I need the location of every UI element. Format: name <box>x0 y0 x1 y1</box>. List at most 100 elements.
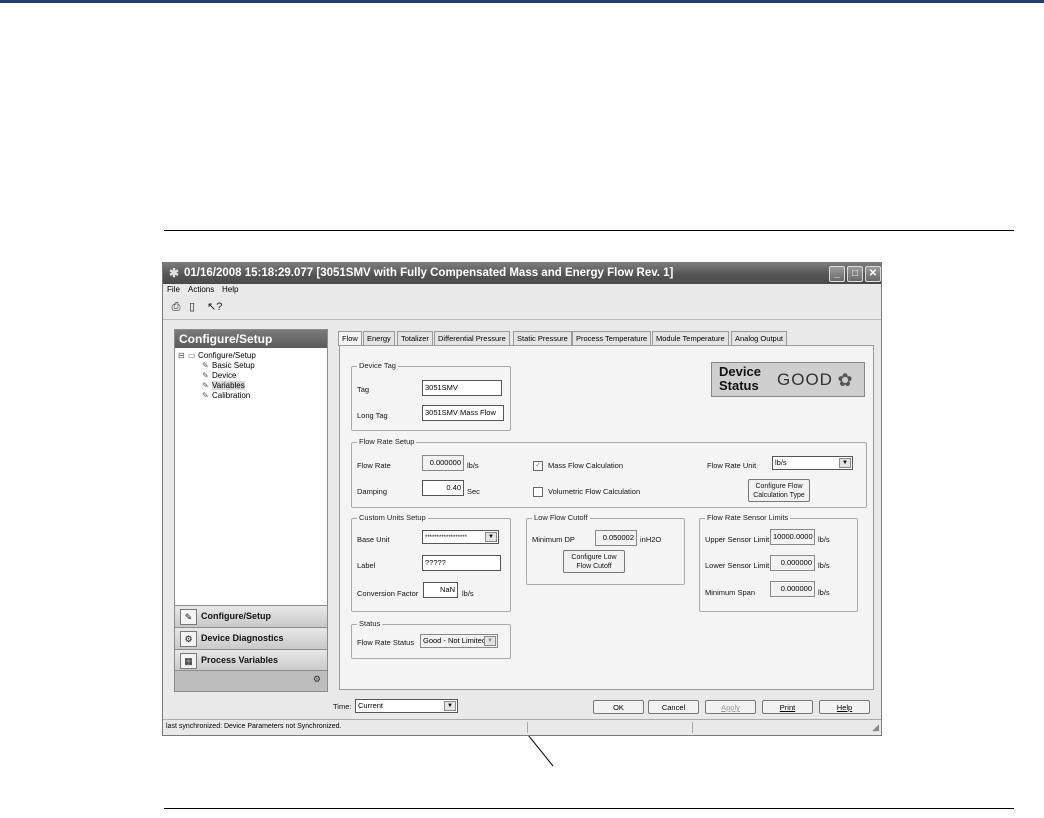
close-button[interactable]: ✕ <box>865 266 881 282</box>
flow-rate-unit-select[interactable]: lb/s ▼ <box>772 456 853 470</box>
tab-module-temperature[interactable]: Module Temperature <box>652 331 729 345</box>
minimize-button[interactable]: _ <box>829 266 845 282</box>
diagnostics-icon: ⚙ <box>180 631 197 647</box>
flow-rate-setup-group-title: Flow Rate Setup <box>357 437 417 447</box>
tree-item-calibration[interactable]: ✎ Calibration <box>202 391 250 401</box>
minimum-dp-label: Minimum DP <box>532 535 575 544</box>
tag-label: Tag <box>357 385 370 394</box>
menu-file[interactable]: File <box>167 284 180 296</box>
conversion-factor-label: Conversion Factor <box>357 589 419 598</box>
print-preview-icon[interactable]: ▯ <box>185 300 199 314</box>
nav-device-diagnostics[interactable]: ⚙ Device Diagnostics <box>174 627 328 650</box>
tab-energy[interactable]: Energy <box>363 331 395 345</box>
lower-sensor-limit-unit: lb/s <box>818 561 830 570</box>
base-unit-label: Base Unit <box>357 535 390 544</box>
mass-flow-checkbox[interactable]: ✓ <box>533 461 543 471</box>
status-group: Status Flow Rate Status Good - Not Limit… <box>351 619 511 659</box>
flow-rate-label: Flow Rate <box>357 461 391 470</box>
volumetric-flow-label: Volumetric Flow Calculation <box>548 487 641 496</box>
tree-root[interactable]: ⊟ ▭ Configure/Setup <box>178 351 256 361</box>
long-tag-field[interactable]: 3051SMV Mass Flow <box>422 405 504 421</box>
tab-totalizer[interactable]: Totalizer <box>397 331 433 345</box>
long-tag-label: Long Tag <box>357 411 388 420</box>
print-button[interactable]: Print <box>762 700 813 714</box>
toolbar: ⎙ ▯ ↖? <box>163 297 881 320</box>
device-status-value: GOOD <box>777 370 833 389</box>
time-select[interactable]: Current ▼ <box>355 699 458 713</box>
conversion-factor-unit: lb/s <box>462 589 474 598</box>
apply-button[interactable]: Apply <box>705 700 756 714</box>
application-window: ✱ 01/16/2008 15:18:29.077 [3051SMV with … <box>162 262 882 736</box>
mass-flow-label: Mass Flow Calculation <box>548 461 624 470</box>
nav-configure-setup[interactable]: ✎ Configure/Setup <box>174 605 328 628</box>
flow-rate-unit-label: Flow Rate Unit <box>707 461 757 470</box>
ok-button[interactable]: OK <box>593 700 644 714</box>
low-flow-cutoff-group-title: Low Flow Cutoff <box>532 513 590 523</box>
configure-flow-calculation-type-button[interactable]: Configure Flow Calculation Type <box>748 479 810 502</box>
time-label: Time: <box>333 702 352 711</box>
wrench-icon: ✎ <box>202 391 209 400</box>
custom-label-label: Label <box>357 561 376 570</box>
title-bar[interactable]: ✱ 01/16/2008 15:18:29.077 [3051SMV with … <box>163 263 881 284</box>
custom-label-field[interactable]: ????? <box>422 555 501 571</box>
tree-item-variables[interactable]: ✎ Variables <box>202 381 245 391</box>
upper-sensor-limit-unit: lb/s <box>818 535 830 544</box>
chevron-down-icon[interactable]: ▼ <box>485 532 497 542</box>
tree-item-basic-setup[interactable]: ✎ Basic Setup <box>202 361 255 371</box>
flow-rate-setup-group: Flow Rate Setup Flow Rate 0.000000 lb/s … <box>351 437 867 508</box>
device-status-badge[interactable]: Device Status GOOD ✿ <box>711 362 865 397</box>
device-status-label: Device Status <box>719 364 761 393</box>
resize-grip-icon[interactable]: ◢ <box>872 720 879 734</box>
upper-sensor-limit-field: 10000.0000 <box>770 529 815 545</box>
nav-process-variables[interactable]: ▦ Process Variables <box>174 649 328 672</box>
damping-field[interactable]: 0.40 <box>422 480 464 496</box>
tab-flow[interactable]: Flow <box>338 331 362 346</box>
chevron-down-icon[interactable]: ▼ <box>444 701 456 711</box>
maximize-button[interactable]: □ <box>847 266 863 282</box>
minimum-span-unit: lb/s <box>818 588 830 597</box>
help-pointer-icon[interactable]: ↖? <box>207 300 222 314</box>
status-bar-text: last synchronized: Device Parameters not… <box>166 723 342 730</box>
upper-sensor-limit-label: Upper Sensor Limit <box>705 535 770 544</box>
minimum-dp-unit: inH2O <box>640 535 662 544</box>
conversion-factor-field[interactable]: NaN <box>423 582 458 598</box>
volumetric-flow-checkbox[interactable] <box>533 487 543 497</box>
minimum-span-label: Minimum Span <box>705 588 756 597</box>
minimum-span-field: 0.000000 <box>770 581 815 597</box>
menu-actions[interactable]: Actions <box>188 284 214 296</box>
collapse-icon[interactable]: ⊟ <box>178 351 188 361</box>
flow-rate-status-label: Flow Rate Status <box>357 638 415 647</box>
tab-analog-output[interactable]: Analog Output <box>731 331 787 345</box>
configure-low-flow-cutoff-button[interactable]: Configure Low Flow Cutoff <box>563 550 625 573</box>
damping-unit: Sec <box>467 487 480 496</box>
base-unit-select[interactable]: ****************** ▼ <box>422 530 499 544</box>
print-icon[interactable]: ⎙ <box>169 300 183 314</box>
nav-options-icon[interactable]: ⚙ <box>313 674 321 685</box>
chevron-down-icon[interactable]: ▼ <box>484 636 496 646</box>
wrench-icon: ✎ <box>202 371 209 380</box>
lower-sensor-limit-field: 0.000000 <box>770 555 815 571</box>
folder-icon: ▭ <box>188 351 196 360</box>
flow-rate-status-select[interactable]: Good - Not Limitec ▼ <box>420 634 498 648</box>
tab-static-pressure[interactable]: Static Pressure <box>513 331 572 345</box>
device-tag-group-title: Device Tag <box>357 361 398 371</box>
sensor-limits-group: Flow Rate Sensor Limits Upper Sensor Lim… <box>699 513 858 612</box>
flow-tab-content: Device Tag Tag 3051SMV Long Tag 3051SMV … <box>339 345 874 690</box>
tab-process-temperature[interactable]: Process Temperature <box>572 331 652 345</box>
window-title: 01/16/2008 15:18:29.077 [3051SMV with Fu… <box>184 267 674 279</box>
lower-sensor-limit-label: Lower Sensor Limit <box>705 561 770 570</box>
chevron-down-icon[interactable]: ▼ <box>839 458 851 468</box>
status-bar: last synchronized: Device Parameters not… <box>163 719 881 735</box>
cancel-button[interactable]: Cancel <box>648 700 699 714</box>
tree-item-device[interactable]: ✎ Device <box>202 371 236 381</box>
app-icon: ✱ <box>168 266 180 280</box>
process-variables-icon: ▦ <box>180 653 197 669</box>
tab-differential-pressure[interactable]: Differential Pressure <box>434 331 510 345</box>
device-tag-group: Device Tag Tag 3051SMV Long Tag 3051SMV … <box>351 361 511 431</box>
custom-units-group-title: Custom Units Setup <box>357 513 428 523</box>
tag-field[interactable]: 3051SMV <box>422 380 502 396</box>
menu-help[interactable]: Help <box>222 284 238 296</box>
flow-rate-unit: lb/s <box>467 461 479 470</box>
left-panel-title: Configure/Setup <box>179 332 273 346</box>
help-button[interactable]: Help <box>819 700 870 714</box>
